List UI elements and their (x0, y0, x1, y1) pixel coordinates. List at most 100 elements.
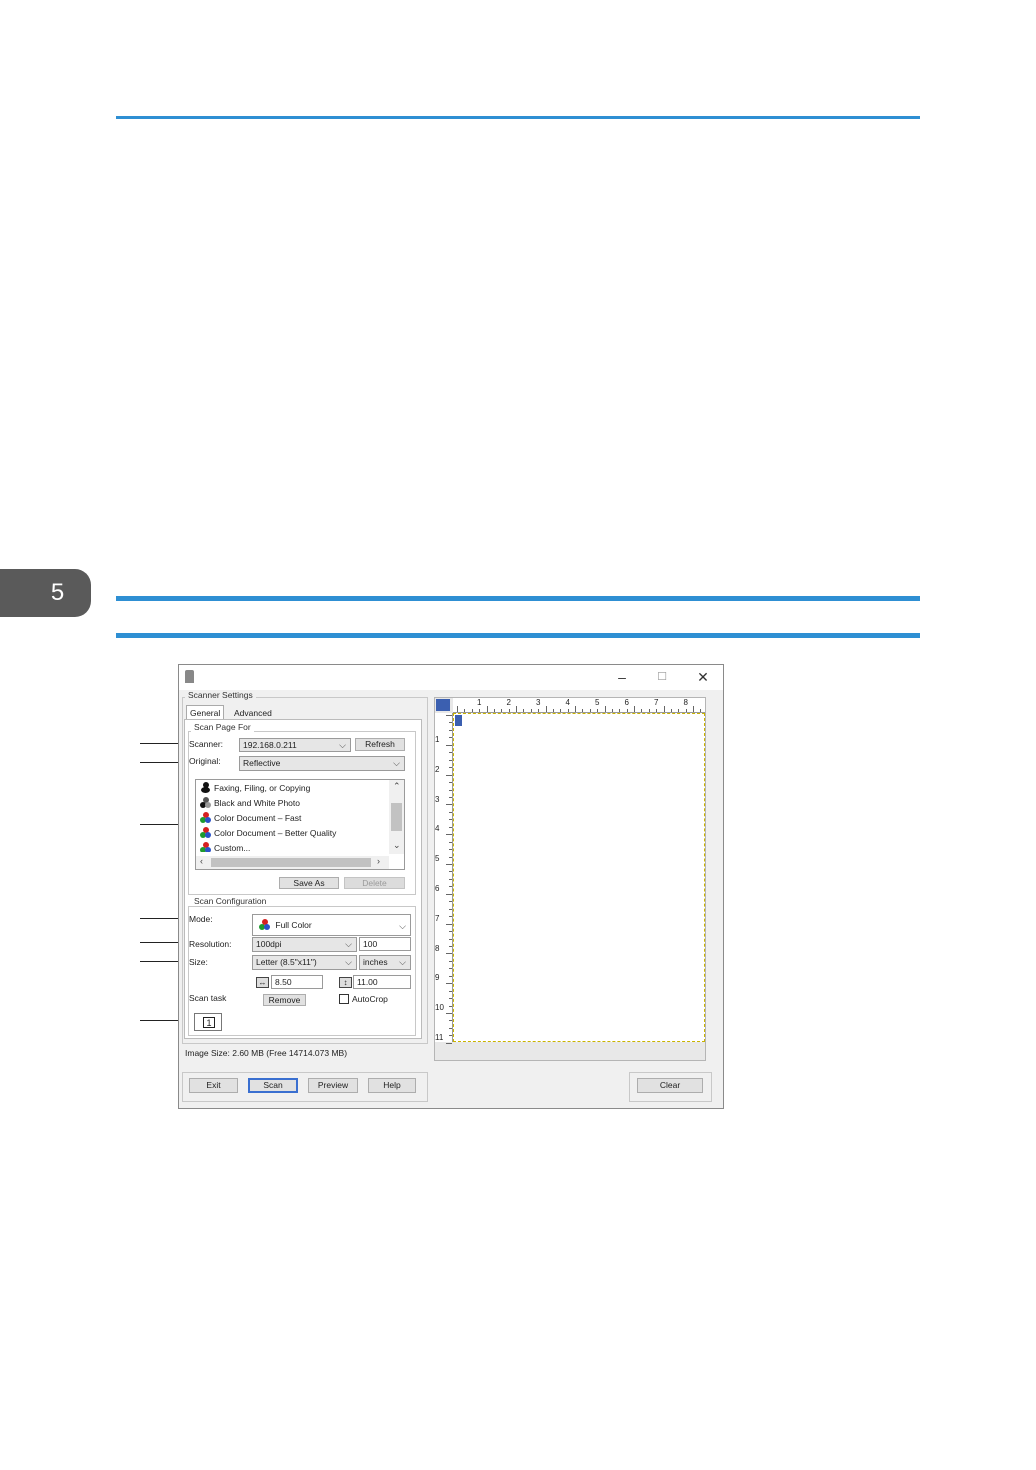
height-input[interactable]: 11.00 (353, 975, 411, 989)
size-select[interactable]: Letter (8.5"x11") ⌵ (252, 955, 357, 970)
resolution-select[interactable]: 100dpi ⌵ (252, 937, 357, 952)
section-rule-upper (116, 596, 920, 601)
preview-page-area[interactable] (453, 713, 705, 1042)
help-button[interactable]: Help (368, 1078, 416, 1093)
ruler-tick (449, 849, 452, 851)
scroll-thumb[interactable] (391, 803, 402, 831)
scanner-app-icon (185, 670, 194, 683)
scan-task-area[interactable]: 1 (194, 1013, 222, 1031)
ruler-tick (449, 945, 452, 947)
scanner-settings-title: Scanner Settings (185, 690, 256, 700)
close-button[interactable]: ✕ (688, 667, 718, 687)
ruler-number: 9 (435, 973, 440, 983)
ruler-tick (648, 709, 650, 712)
ruler-tick (501, 709, 503, 712)
maximize-button[interactable]: ☐ (647, 667, 677, 687)
ruler-tick (493, 709, 495, 712)
resolution-input[interactable]: 100 (359, 937, 411, 951)
ruler-number: 8 (435, 943, 440, 953)
scroll-thumb[interactable] (211, 858, 371, 867)
preset-item-bw-photo[interactable]: Black and White Photo (200, 796, 300, 811)
scroll-left-icon[interactable]: ‹ (200, 856, 203, 866)
ruler-number: 7 (654, 698, 659, 707)
units-select[interactable]: inches ⌵ (359, 955, 411, 970)
resolution-label: Resolution: (189, 939, 232, 949)
list-vertical-scrollbar[interactable]: ⌃ ⌄ (389, 780, 404, 854)
ruler-corner-icon[interactable] (436, 699, 450, 711)
ruler-tick (449, 916, 452, 918)
preset-item-custom[interactable]: Custom... (200, 841, 250, 852)
ruler-number: 11 (435, 1033, 444, 1042)
remove-button[interactable]: Remove (263, 994, 306, 1006)
ruler-tick (446, 774, 452, 776)
chevron-down-icon: ⌵ (399, 921, 406, 931)
ruler-tick (446, 744, 452, 746)
exit-button[interactable]: Exit (189, 1078, 238, 1093)
scroll-up-icon[interactable]: ⌃ (393, 781, 401, 792)
ruler-tick (575, 706, 576, 712)
ruler-tick (449, 998, 452, 1000)
tab-general[interactable]: General (186, 705, 225, 720)
autocrop-checkbox[interactable] (339, 994, 349, 1004)
ruler-number: 6 (435, 884, 440, 893)
ruler-tick (449, 782, 452, 784)
refresh-button[interactable]: Refresh (355, 738, 405, 751)
chevron-down-icon: ⌵ (339, 740, 346, 750)
ruler-tick (446, 1013, 452, 1014)
scanner-select[interactable]: 192.168.0.211 ⌵ (239, 738, 351, 752)
scan-configuration-title: Scan Configuration (191, 896, 270, 906)
scroll-right-icon[interactable]: › (377, 856, 380, 866)
ruler-tick (446, 893, 452, 895)
mode-label: Mode: (189, 914, 213, 924)
width-input[interactable]: 8.50 (271, 975, 323, 989)
clear-button[interactable]: Clear (637, 1078, 703, 1093)
delete-button[interactable]: Delete (344, 877, 405, 889)
preview-button[interactable]: Preview (308, 1078, 358, 1093)
preset-list[interactable]: Faxing, Filing, or Copying Black and Whi… (195, 779, 405, 870)
original-select[interactable]: Reflective ⌵ (239, 756, 405, 771)
color-icon (200, 842, 211, 852)
preset-item-color-fast[interactable]: Color Document – Fast (200, 811, 301, 826)
width-icon: ↔ (256, 977, 269, 988)
ruler-number: 4 (565, 698, 570, 707)
ruler-tick (582, 709, 584, 712)
image-size-text: Image Size: 2.60 MB (Free 14714.073 MB) (185, 1048, 348, 1058)
scan-task-1[interactable]: 1 (203, 1017, 215, 1028)
ruler-tick (560, 709, 562, 712)
preset-item-faxing[interactable]: Faxing, Filing, or Copying (200, 781, 310, 796)
ruler-tick (604, 706, 606, 712)
list-horizontal-scrollbar[interactable]: ‹ › (196, 856, 389, 869)
scanner-label: Scanner: (189, 739, 224, 749)
ruler-tick (449, 819, 452, 821)
full-color-icon (259, 919, 270, 930)
ruler-tick (449, 960, 452, 962)
ruler-tick (663, 706, 665, 712)
ruler-tick (449, 729, 452, 731)
ruler-tick (446, 715, 452, 716)
ruler-tick (641, 709, 643, 712)
size-label: Size: (189, 957, 208, 967)
preset-item-color-better[interactable]: Color Document – Better Quality (200, 826, 336, 841)
mode-value: Full Color (275, 920, 312, 930)
ruler-tick (538, 709, 540, 712)
save-as-button[interactable]: Save As (279, 877, 339, 889)
ruler-tick (670, 709, 672, 712)
ruler-tick (449, 1035, 452, 1037)
ruler-tick (449, 796, 452, 798)
ruler-tick (449, 1005, 452, 1007)
ruler-tick (611, 709, 613, 712)
title-bar: – ☐ ✕ (179, 665, 723, 690)
scroll-down-icon[interactable]: ⌄ (393, 840, 401, 851)
mode-select[interactable]: Full Color ⌵ (252, 914, 411, 936)
ruler-tick (678, 709, 680, 712)
ruler-tick (449, 811, 452, 813)
ruler-tick (545, 706, 547, 712)
scan-button[interactable]: Scan (248, 1078, 298, 1093)
ruler-tick (589, 709, 591, 712)
ruler-number: 6 (624, 698, 629, 707)
preset-label: Black and White Photo (214, 798, 300, 808)
preset-label: Color Document – Fast (214, 813, 302, 823)
page-marker-icon (455, 715, 462, 726)
ruler-tick (449, 871, 452, 873)
minimize-button[interactable]: – (607, 667, 637, 687)
